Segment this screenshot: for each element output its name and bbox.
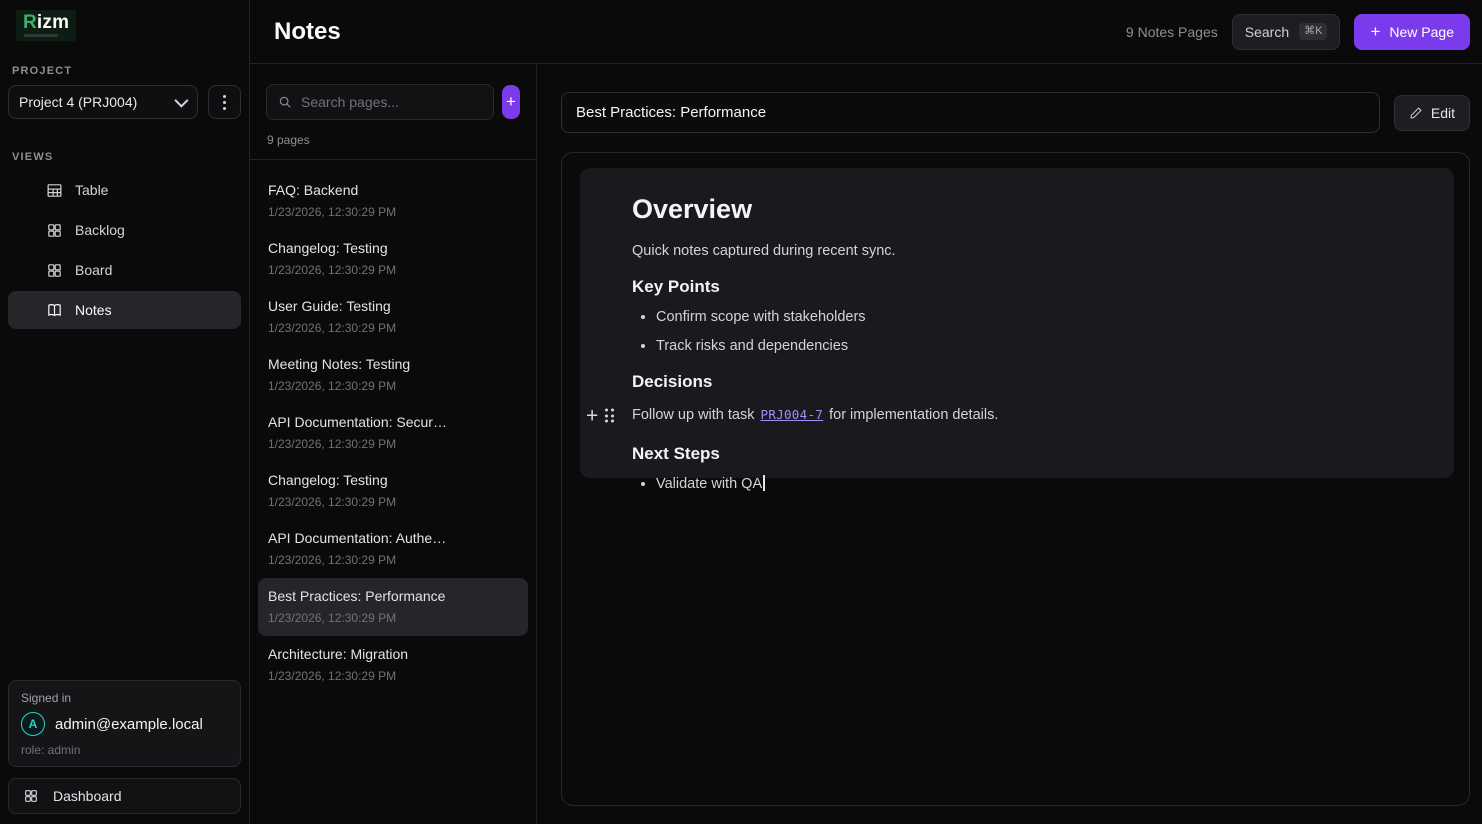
note-card: Overview Quick notes captured during rec… bbox=[580, 168, 1454, 478]
project-select-value: Project 4 (PRJ004) bbox=[19, 94, 167, 110]
views-section-label: VIEWS bbox=[12, 151, 241, 163]
list-item: Validate with QA bbox=[656, 474, 1430, 495]
sidebar-item-table[interactable]: Table bbox=[8, 171, 241, 209]
list-item[interactable]: User Guide: Testing 1/23/2026, 12:30:29 … bbox=[258, 288, 528, 346]
project-menu-button[interactable] bbox=[208, 85, 241, 119]
table-icon bbox=[46, 182, 63, 199]
list-item: Track risks and dependencies bbox=[656, 336, 1430, 357]
pages-search-box bbox=[266, 84, 494, 120]
list-item[interactable]: Changelog: Testing 1/23/2026, 12:30:29 P… bbox=[258, 230, 528, 288]
list-item[interactable]: API Documentation: Secur… 1/23/2026, 12:… bbox=[258, 404, 528, 462]
text-cursor bbox=[763, 475, 765, 491]
signed-in-card: Signed in A admin@example.local role: ad… bbox=[8, 680, 241, 767]
add-block-icon[interactable]: + bbox=[586, 405, 598, 426]
avatar: A bbox=[21, 712, 45, 736]
edit-button[interactable]: Edit bbox=[1394, 95, 1470, 131]
signed-in-label: Signed in bbox=[21, 691, 228, 705]
chevron-down-icon bbox=[174, 94, 188, 108]
dashboard-icon bbox=[23, 788, 39, 804]
note-intro: Quick notes captured during recent sync. bbox=[632, 241, 1430, 262]
list-item: Confirm scope with stakeholders bbox=[656, 307, 1430, 328]
list-item-selected[interactable]: Best Practices: Performance 1/23/2026, 1… bbox=[258, 578, 528, 636]
search-icon bbox=[278, 95, 292, 109]
app-logo: Rizm bbox=[16, 10, 76, 41]
top-header: Notes 9 Notes Pages Search ⌘K + New Page bbox=[250, 0, 1482, 64]
list-item[interactable]: API Documentation: Authe… 1/23/2026, 12:… bbox=[258, 520, 528, 578]
next-steps-list: Validate with QA bbox=[656, 474, 1430, 495]
note-h2-next-steps: Next Steps bbox=[632, 444, 1430, 464]
dashboard-button[interactable]: Dashboard bbox=[8, 778, 241, 814]
grid-icon bbox=[46, 262, 63, 279]
sidebar-item-label: Board bbox=[75, 262, 112, 278]
project-select[interactable]: Project 4 (PRJ004) bbox=[8, 85, 198, 119]
pages-count: 9 pages bbox=[267, 133, 536, 147]
search-button-label: Search bbox=[1245, 24, 1289, 40]
note-h1: Overview bbox=[632, 194, 1430, 225]
sidebar-item-label: Notes bbox=[75, 302, 112, 318]
block-controls: + bbox=[586, 405, 628, 426]
page-title: Notes bbox=[274, 18, 341, 46]
note-h2-key-points: Key Points bbox=[632, 277, 1430, 297]
list-item[interactable]: Changelog: Testing 1/23/2026, 12:30:29 P… bbox=[258, 462, 528, 520]
search-button[interactable]: Search ⌘K bbox=[1232, 14, 1341, 50]
task-link[interactable]: PRJ004-7 bbox=[761, 407, 824, 422]
user-role: role: admin bbox=[21, 743, 228, 757]
logo-tagline bbox=[24, 34, 58, 37]
list-item[interactable]: Architecture: Migration 1/23/2026, 12:30… bbox=[258, 636, 528, 694]
notes-count: 9 Notes Pages bbox=[1126, 24, 1218, 40]
grid-icon bbox=[46, 222, 63, 239]
book-icon bbox=[46, 302, 63, 319]
search-input[interactable] bbox=[301, 94, 482, 110]
list-item[interactable]: FAQ: Backend 1/23/2026, 12:30:29 PM bbox=[258, 172, 528, 230]
note-title-input[interactable]: Best Practices: Performance bbox=[561, 92, 1380, 133]
views-nav: Table Backlog Board Notes bbox=[8, 171, 241, 329]
decision-block: + Follow up with taskPRJ004-7for impleme… bbox=[632, 402, 1430, 429]
sidebar-item-board[interactable]: Board bbox=[8, 251, 241, 289]
sidebar-item-label: Table bbox=[75, 182, 108, 198]
note-h2-decisions: Decisions bbox=[632, 372, 1430, 392]
user-email: admin@example.local bbox=[55, 716, 203, 733]
pencil-icon bbox=[1409, 106, 1423, 120]
edit-button-label: Edit bbox=[1431, 105, 1455, 121]
pages-list: FAQ: Backend 1/23/2026, 12:30:29 PM Chan… bbox=[250, 160, 536, 706]
kebab-icon bbox=[223, 95, 226, 98]
new-page-label: New Page bbox=[1389, 24, 1454, 40]
sidebar: Rizm PROJECT Project 4 (PRJ004) VIEWS Ta… bbox=[0, 0, 250, 824]
note-editor: Overview Quick notes captured during rec… bbox=[561, 152, 1470, 806]
decision-text: Follow up with taskPRJ004-7for implement… bbox=[632, 405, 998, 426]
pages-panel: + 9 pages FAQ: Backend 1/23/2026, 12:30:… bbox=[250, 64, 537, 824]
plus-icon: + bbox=[1370, 23, 1380, 40]
note-content-area: Best Practices: Performance Edit Overvie… bbox=[537, 64, 1482, 824]
sidebar-item-notes[interactable]: Notes bbox=[8, 291, 241, 329]
key-points-list: Confirm scope with stakeholders Track ri… bbox=[656, 307, 1430, 357]
logo-text: Rizm bbox=[23, 13, 69, 32]
project-section-label: PROJECT bbox=[12, 65, 241, 77]
sidebar-item-label: Backlog bbox=[75, 222, 125, 238]
list-item[interactable]: Meeting Notes: Testing 1/23/2026, 12:30:… bbox=[258, 346, 528, 404]
sidebar-item-backlog[interactable]: Backlog bbox=[8, 211, 241, 249]
dashboard-label: Dashboard bbox=[53, 788, 122, 804]
search-shortcut-badge: ⌘K bbox=[1299, 23, 1327, 40]
add-page-button[interactable]: + bbox=[502, 85, 520, 119]
new-page-button[interactable]: + New Page bbox=[1354, 14, 1470, 50]
drag-handle-icon[interactable] bbox=[605, 409, 614, 423]
